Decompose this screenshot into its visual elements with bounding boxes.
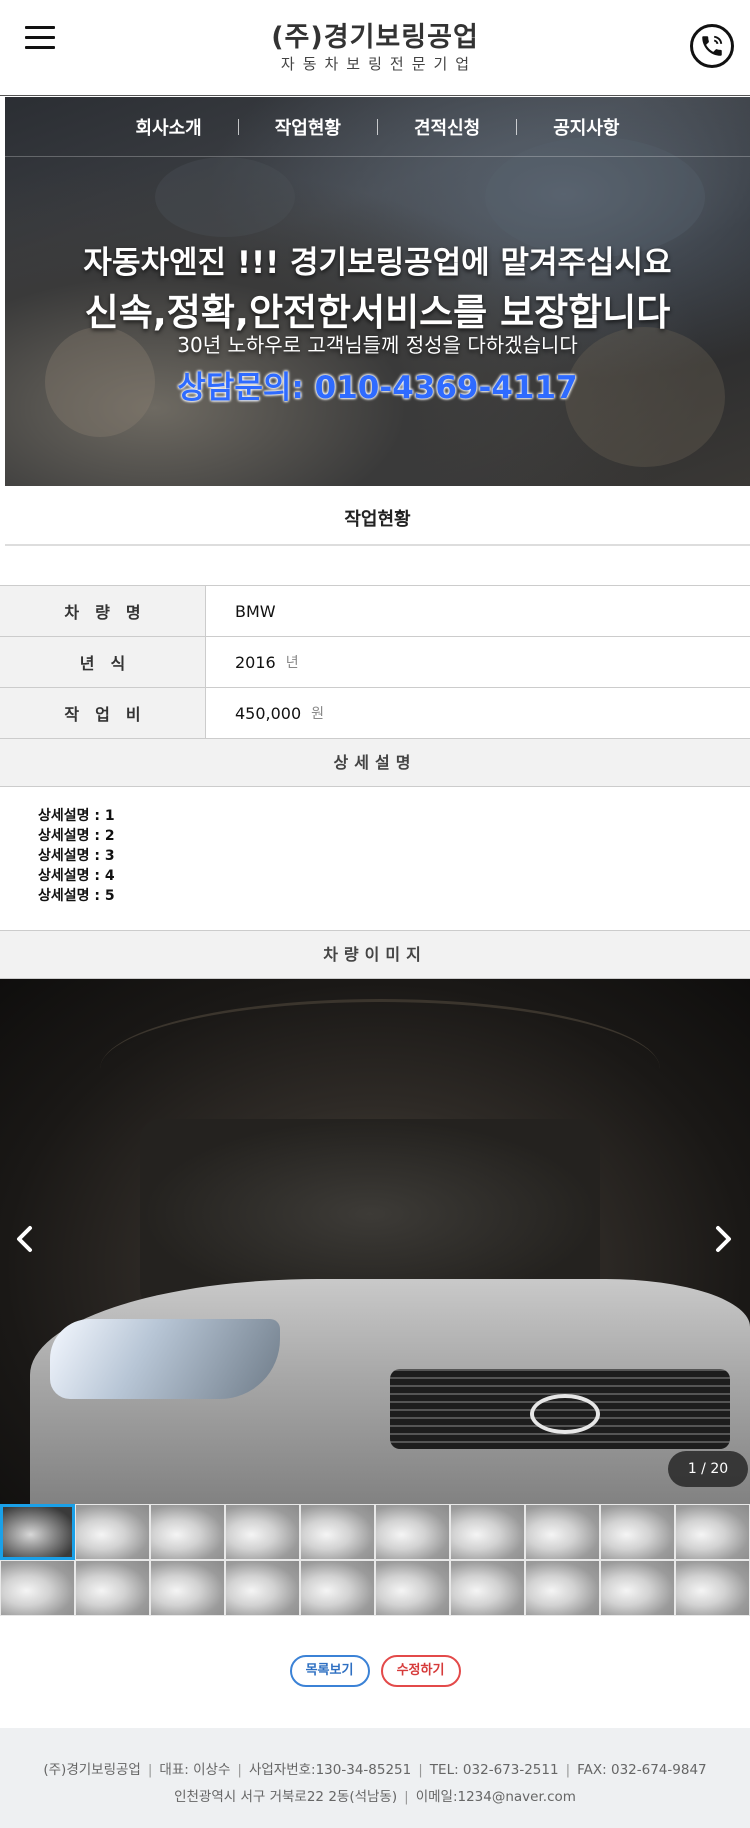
nav-item-quote[interactable]: 견적신청 <box>378 114 516 140</box>
action-buttons: 목록보기 수정하기 <box>0 1655 750 1687</box>
vehicle-name-value: BMW <box>235 601 276 621</box>
thumbnail-item[interactable] <box>675 1560 750 1616</box>
thumbnail-item[interactable] <box>450 1504 525 1560</box>
thumbnail-strip <box>0 1504 750 1616</box>
nav-item-notice[interactable]: 공지사항 <box>517 114 655 140</box>
vehicle-info-table: 차량명 BMW 년식 2016 년 작업비 450,000 원 <box>0 585 750 739</box>
nav-item-work-status[interactable]: 작업현황 <box>239 114 377 140</box>
detail-section-title: 상세설명 <box>0 738 750 787</box>
footer-company: (주)경기보링공업 <box>43 1762 141 1778</box>
thumbnail-item[interactable] <box>0 1560 75 1616</box>
slide-counter: 1 / 20 <box>668 1451 748 1487</box>
nav-item-about[interactable]: 회사소개 <box>100 114 238 140</box>
thumbnail-item[interactable] <box>450 1560 525 1616</box>
thumbnail-item[interactable] <box>300 1504 375 1560</box>
car-hood-shape <box>100 999 660 1139</box>
table-row: 년식 2016 년 <box>0 637 750 688</box>
hero-headline: 자동차엔진 !!! 경기보링공업에 맡겨주십시요 <box>83 245 672 281</box>
chevron-right-icon[interactable] <box>708 1224 738 1254</box>
table-row: 작업비 450,000 원 <box>0 688 750 739</box>
thumbnail-item[interactable] <box>225 1504 300 1560</box>
thumbnail-item[interactable] <box>150 1504 225 1560</box>
thumbnail-item[interactable] <box>675 1504 750 1560</box>
list-item: 상세설명 : 4 <box>38 868 115 884</box>
footer-address-info: 인천광역시 서구 거북로22 2동(석남동) | 이메일:1234@naver.co… <box>174 1789 576 1805</box>
list-item: 상세설명 : 5 <box>38 888 115 904</box>
vehicle-year-label: 년식 <box>0 637 206 687</box>
thumbnail-item[interactable] <box>375 1560 450 1616</box>
footer-fax: FAX: 032-674-9847 <box>577 1762 707 1778</box>
logo-tagline: 자동차보링전문기업 <box>280 55 478 73</box>
list-item: 상세설명 : 3 <box>38 848 115 864</box>
footer-tel: TEL: 032-673-2511 <box>429 1762 559 1778</box>
thumbnail-item[interactable] <box>225 1560 300 1616</box>
site-header: (주)경기보링공업 자동차보링전문기업 <box>0 0 750 96</box>
list-item: 상세설명 : 1 <box>38 808 115 824</box>
work-cost-value: 450,000 <box>235 703 302 723</box>
list-view-button[interactable]: 목록보기 <box>289 1655 370 1687</box>
main-nav: 회사소개 작업현황 견적신청 공지사항 <box>5 97 750 157</box>
work-cost-label: 작업비 <box>0 688 206 738</box>
site-footer: (주)경기보링공업 | 대표: 이상수 | 사업자번호:130-34-85251 | TEL… <box>0 1728 750 1828</box>
thumbnail-item[interactable] <box>150 1560 225 1616</box>
thumbnail-item[interactable] <box>525 1560 600 1616</box>
work-cost-cell: 450,000 원 <box>206 688 750 738</box>
vehicle-image-slider[interactable]: 1 / 20 <box>0 979 750 1504</box>
hero-tagline: 30년 노하우로 고객님들께 정성을 다하겠습니다 <box>177 333 578 357</box>
vehicle-year-value: 2016 <box>235 652 276 672</box>
hero-subheadline: 신속,정확,안전한서비스를 보장합니다 <box>84 291 671 334</box>
car-headlight-shape <box>50 1319 280 1399</box>
site-logo[interactable]: (주)경기보링공업 자동차보링전문기업 <box>0 22 750 73</box>
cost-unit: 원 <box>311 706 325 722</box>
thumbnail-item[interactable] <box>75 1504 150 1560</box>
footer-email: 이메일:1234@naver.com <box>415 1789 576 1805</box>
thumbnail-item[interactable] <box>75 1560 150 1616</box>
detail-description-list: 상세설명 : 1 상세설명 : 2 상세설명 : 3 상세설명 : 4 상세설명… <box>38 806 115 906</box>
year-unit: 년 <box>285 655 299 671</box>
phone-call-icon[interactable] <box>690 24 734 68</box>
vehicle-name-label: 차량명 <box>0 586 206 636</box>
engine-part-decor <box>155 157 295 237</box>
footer-biz-no: 사업자번호:130-34-85251 <box>248 1762 412 1778</box>
thumbnail-item[interactable] <box>0 1504 75 1560</box>
list-item: 상세설명 : 2 <box>38 828 115 844</box>
hero-banner: 회사소개 작업현황 견적신청 공지사항 자동차엔진 !!! 경기보링공업에 맡겨… <box>5 97 750 486</box>
page-title: 작업현황 <box>5 486 750 546</box>
vehicle-year-cell: 2016 년 <box>206 637 750 687</box>
logo-company-name: (주)경기보링공업 <box>271 22 479 53</box>
thumbnail-item[interactable] <box>300 1560 375 1616</box>
edit-button[interactable]: 수정하기 <box>380 1655 461 1687</box>
chevron-left-icon[interactable] <box>10 1224 40 1254</box>
table-row: 차량명 BMW <box>0 586 750 637</box>
hero-contact-phone[interactable]: 상담문의: 010-4369-4117 <box>5 362 750 407</box>
thumbnail-item[interactable] <box>375 1504 450 1560</box>
vehicle-image-section-title: 차량이미지 <box>0 930 750 979</box>
thumbnail-item[interactable] <box>525 1504 600 1560</box>
thumbnail-item[interactable] <box>600 1504 675 1560</box>
footer-address: 인천광역시 서구 거북로22 2동(석남동) <box>174 1789 398 1805</box>
car-emblem-shape <box>530 1394 600 1434</box>
footer-company-info: (주)경기보링공업 | 대표: 이상수 | 사업자번호:130-34-85251 | TEL… <box>43 1762 707 1778</box>
thumbnail-item[interactable] <box>600 1560 675 1616</box>
vehicle-name-cell: BMW <box>206 586 750 636</box>
footer-ceo: 대표: 이상수 <box>159 1762 231 1778</box>
